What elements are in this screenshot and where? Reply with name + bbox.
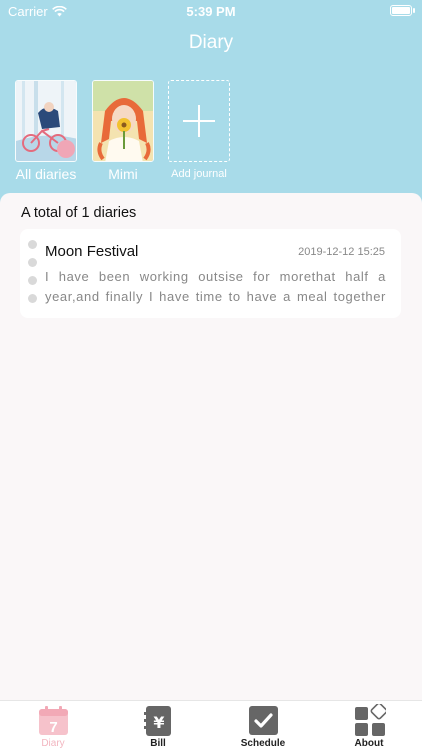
plus-icon bbox=[183, 105, 215, 137]
diary-count-label: A total of 1 diaries bbox=[21, 205, 137, 221]
journal-label-all-diaries: All diaries bbox=[15, 166, 77, 182]
tab-bill[interactable]: ¥ Bill bbox=[118, 701, 198, 750]
status-bar: Carrier 5:39 PM bbox=[0, 0, 422, 22]
diary-list-panel: A total of 1 diaries Moon Festival 2019-… bbox=[0, 193, 422, 700]
tab-label-schedule: Schedule bbox=[240, 738, 286, 749]
yen-icon: ¥ bbox=[143, 706, 171, 736]
svg-text:7: 7 bbox=[49, 719, 57, 736]
tab-schedule[interactable]: Schedule bbox=[223, 701, 303, 750]
tab-bar: 7 Diary ¥ Bill Schedule About bbox=[0, 700, 422, 750]
battery-icon bbox=[390, 5, 415, 16]
journal-all-diaries[interactable]: All diaries bbox=[15, 80, 77, 182]
svg-text:¥: ¥ bbox=[153, 713, 164, 732]
diary-card[interactable]: Moon Festival 2019-12-12 15:25 I have be… bbox=[20, 229, 401, 318]
diary-date: 2019-12-12 15:25 bbox=[298, 246, 385, 258]
tab-about[interactable]: About bbox=[329, 701, 409, 750]
tab-label-about: About bbox=[354, 738, 384, 749]
tab-label-diary: Diary bbox=[41, 738, 65, 749]
page-title: Diary bbox=[188, 32, 234, 53]
header: Carrier 5:39 PM Diary All diaries Mimi A… bbox=[0, 0, 422, 205]
journal-mimi[interactable]: Mimi bbox=[92, 80, 154, 182]
all-diaries-cover bbox=[15, 80, 77, 162]
tab-label-bill: Bill bbox=[150, 738, 166, 749]
tab-diary[interactable]: 7 Diary bbox=[13, 701, 93, 750]
diary-title: Moon Festival bbox=[45, 243, 139, 260]
add-journal-box bbox=[168, 80, 230, 162]
mimi-cover bbox=[92, 80, 154, 162]
grid-icon bbox=[354, 704, 386, 736]
calendar-7-icon: 7 bbox=[38, 706, 68, 736]
diary-excerpt: I have been working outsise for morethat… bbox=[45, 269, 386, 304]
add-journal-button[interactable]: Add journal bbox=[168, 80, 230, 180]
binder-dots bbox=[28, 240, 37, 312]
status-time: 5:39 PM bbox=[186, 4, 236, 19]
checkbox-icon bbox=[248, 706, 278, 735]
journal-label-add: Add journal bbox=[171, 168, 227, 180]
journal-label-mimi: Mimi bbox=[108, 166, 138, 182]
